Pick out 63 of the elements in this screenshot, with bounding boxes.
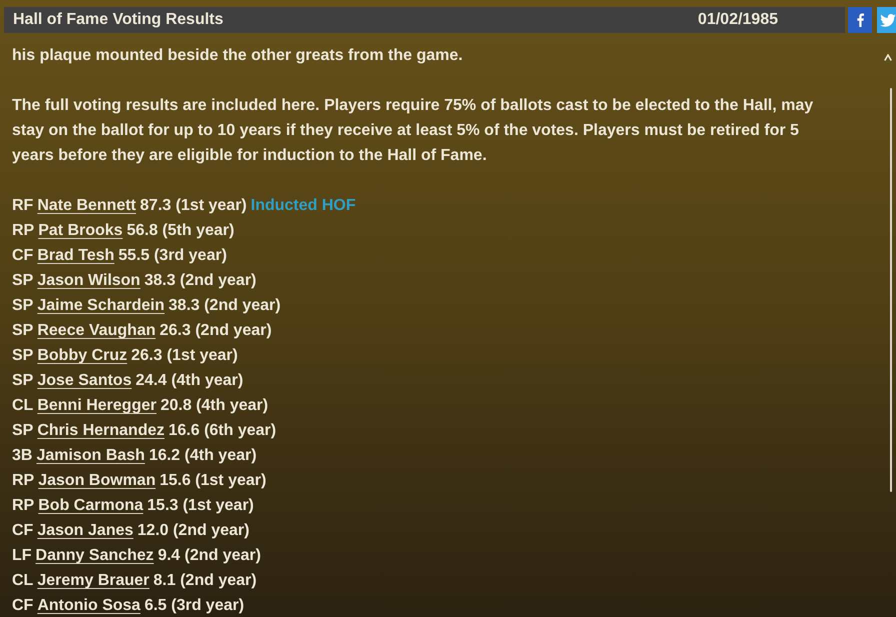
- position-label: SP: [12, 346, 34, 366]
- player-link[interactable]: Brad Tesh: [37, 243, 114, 268]
- position-label: SP: [12, 271, 34, 291]
- position-label: SP: [12, 296, 34, 316]
- player-link[interactable]: Antonio Sosa: [37, 593, 140, 617]
- player-link[interactable]: Chris Hernandez: [37, 418, 164, 443]
- vote-result-text: 38.3 (2nd year): [168, 296, 281, 316]
- player-link[interactable]: Bob Carmona: [38, 493, 144, 518]
- position-label: CF: [12, 246, 34, 266]
- article-paragraph: his plaque mounted beside the other greats from the game.: [12, 46, 464, 66]
- scrollbar-thumb[interactable]: [890, 88, 892, 492]
- player-link[interactable]: Pat Brooks: [38, 218, 123, 243]
- player-link[interactable]: Jamison Bash: [36, 443, 145, 468]
- vote-result-text: 26.3 (2nd year): [160, 321, 272, 341]
- player-link[interactable]: Jason Wilson: [37, 268, 140, 293]
- twitter-button[interactable]: [877, 7, 896, 33]
- caret-up-icon: [884, 54, 892, 61]
- facebook-icon: [856, 13, 864, 27]
- vote-result-text: 56.8 (5th year): [126, 221, 234, 241]
- vote-result-text: 55.5 (3rd year): [118, 246, 227, 266]
- date-label: 01/02/1985: [698, 12, 778, 28]
- position-label: RP: [12, 221, 34, 241]
- position-label: RP: [12, 471, 34, 491]
- vote-result-text: 16.6 (6th year): [168, 421, 276, 441]
- position-label: SP: [12, 421, 34, 441]
- player-link[interactable]: Jaime Schardein: [37, 293, 165, 318]
- position-label: SP: [12, 321, 34, 341]
- position-label: RP: [12, 496, 34, 516]
- position-label: CF: [12, 596, 34, 616]
- player-link[interactable]: Benni Heregger: [37, 393, 156, 418]
- player-link[interactable]: Jason Janes: [37, 518, 134, 543]
- facebook-button[interactable]: [848, 7, 872, 33]
- player-link[interactable]: Danny Sanchez: [36, 543, 154, 568]
- window-title: Hall of Fame Voting Results: [13, 12, 224, 28]
- vote-result-text: 20.8 (4th year): [160, 396, 268, 416]
- vote-result-text: 15.3 (1st year): [147, 496, 254, 516]
- vote-result-text: 16.2 (4th year): [148, 446, 257, 466]
- player-link[interactable]: Jason Bowman: [38, 468, 156, 493]
- position-label: CL: [12, 396, 34, 416]
- article-paragraph: The full voting results are included here. Players require 75% of ballots cast to be elected to the Hall, may stay on the ballot for up to 10 years if they receive at least 5% of the votes. Players must be retired for 5 years before they are eligible for induction to the Hall of Fame.: [12, 96, 814, 166]
- vote-result-text: 6.5 (3rd year): [144, 596, 244, 616]
- inducted-label: Inducted HOF: [250, 196, 356, 216]
- position-label: CF: [12, 521, 34, 541]
- player-link[interactable]: Jeremy Brauer: [37, 568, 150, 593]
- bird-icon: [880, 14, 896, 26]
- position-label: RF: [12, 196, 34, 216]
- position-label: CL: [12, 571, 34, 591]
- player-link[interactable]: Bobby Cruz: [37, 343, 128, 368]
- vote-result-text: 12.0 (2nd year): [137, 521, 250, 541]
- player-link[interactable]: Nate Bennett: [37, 193, 136, 218]
- vote-result-text: 38.3 (2nd year): [144, 271, 256, 291]
- vote-result-text: 15.6 (1st year): [160, 471, 266, 491]
- vote-result-text: 8.1 (2nd year): [153, 571, 257, 591]
- player-link[interactable]: Jose Santos: [37, 368, 132, 393]
- scroll-up-button[interactable]: [884, 54, 892, 61]
- position-label: 3B: [12, 446, 32, 466]
- player-link[interactable]: Reece Vaughan: [37, 318, 156, 343]
- vote-result-text: 9.4 (2nd year): [158, 546, 261, 566]
- vote-result-text: 87.3 (1st year): [140, 196, 247, 216]
- position-label: LF: [12, 546, 32, 566]
- vote-result-text: 24.4 (4th year): [136, 371, 244, 391]
- vote-result-text: 26.3 (1st year): [131, 346, 238, 366]
- position-label: SP: [12, 371, 34, 391]
